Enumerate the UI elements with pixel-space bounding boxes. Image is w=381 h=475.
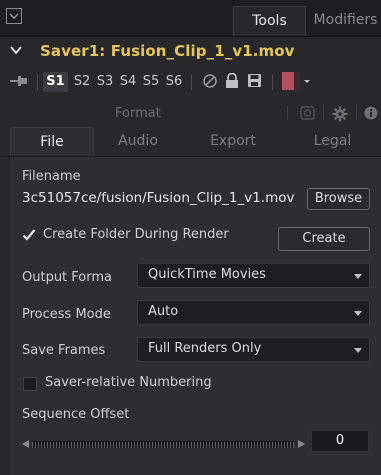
sequence-offset-input[interactable]: 0 [311, 430, 369, 452]
create-folder-label: Create Folder During Render [43, 227, 229, 242]
saver-relative-checkbox[interactable] [23, 377, 37, 391]
process-mode-value: Auto [148, 304, 179, 319]
saver-relative-label: Saver-relative Numbering [45, 375, 212, 390]
browse-button[interactable]: Browse [307, 188, 370, 210]
chevron-down-icon [354, 311, 362, 316]
sub-tabs: File Audio Export Legal [0, 127, 381, 157]
tab-legal[interactable]: Legal [284, 127, 381, 156]
section-header: Format [0, 97, 381, 127]
tab-tools[interactable]: Tools [233, 6, 306, 36]
chevron-down-icon[interactable] [10, 45, 22, 55]
inspector-top-bar: Tools Modifiers [0, 0, 381, 37]
version-s1[interactable]: S1 [43, 72, 68, 92]
section-divider [356, 106, 357, 120]
save-icon[interactable] [247, 73, 262, 88]
chevron-down-icon [354, 274, 362, 279]
section-label: Format [115, 106, 161, 121]
pin-icon[interactable] [10, 75, 28, 87]
output-format-label: Output Forma [22, 270, 113, 285]
layout-toggle-icon[interactable] [6, 8, 22, 24]
version-s2[interactable]: S2 [71, 72, 93, 92]
chevron-down-icon [354, 348, 362, 353]
slider-track[interactable] [32, 441, 294, 448]
section-divider [287, 106, 288, 120]
sequence-offset-label: Sequence Offset [22, 407, 130, 422]
save-frames-label: Save Frames [22, 343, 106, 358]
color-swatch[interactable] [282, 72, 312, 90]
process-mode-label: Process Mode [22, 307, 111, 322]
filename-field[interactable]: 3c51057ce/fusion/Fusion_Clip_1_v1.mov [22, 190, 294, 206]
sequence-offset-slider[interactable] [22, 440, 305, 448]
output-format-value: QuickTime Movies [148, 267, 266, 282]
toolbar-divider [272, 74, 273, 90]
tab-audio[interactable]: Audio [94, 127, 182, 156]
tab-file[interactable]: File [10, 127, 94, 156]
info-icon[interactable] [364, 106, 378, 120]
disable-icon[interactable] [202, 73, 218, 89]
create-button[interactable]: Create [278, 227, 370, 251]
save-frames-dropdown[interactable]: Full Renders Only [137, 337, 370, 362]
node-header: Saver1: Fusion_Clip_1_v1.mov [0, 37, 381, 65]
version-s6[interactable]: S6 [163, 72, 185, 92]
version-toolbar: S1 S2 S3 S4 S5 S6 [0, 66, 381, 96]
lock-icon[interactable] [225, 73, 239, 89]
inspector-panel: Tools Modifiers Saver1: Fusion_Clip_1_v1… [0, 0, 381, 475]
output-format-dropdown[interactable]: QuickTime Movies [137, 263, 370, 288]
slider-left-arrow-icon[interactable] [22, 440, 29, 448]
version-s4[interactable]: S4 [117, 72, 139, 92]
process-mode-dropdown[interactable]: Auto [137, 300, 370, 325]
filename-label: Filename [22, 169, 81, 184]
version-s5[interactable]: S5 [140, 72, 162, 92]
section-divider [323, 106, 324, 120]
node-title: Saver1: Fusion_Clip_1_v1.mov [40, 42, 295, 60]
gear-icon[interactable] [332, 106, 348, 122]
file-tab-content: Filename 3c51057ce/fusion/Fusion_Clip_1_… [10, 157, 381, 475]
slider-right-arrow-icon[interactable] [298, 440, 305, 448]
tab-modifiers[interactable]: Modifiers [310, 6, 381, 36]
version-s3[interactable]: S3 [94, 72, 116, 92]
toolbar-divider [191, 74, 192, 90]
tab-export[interactable]: Export [182, 127, 284, 156]
create-folder-checkbox[interactable] [22, 228, 36, 242]
save-frames-value: Full Renders Only [148, 341, 262, 356]
camera-icon[interactable] [300, 106, 315, 120]
toolbar-divider [37, 74, 38, 90]
